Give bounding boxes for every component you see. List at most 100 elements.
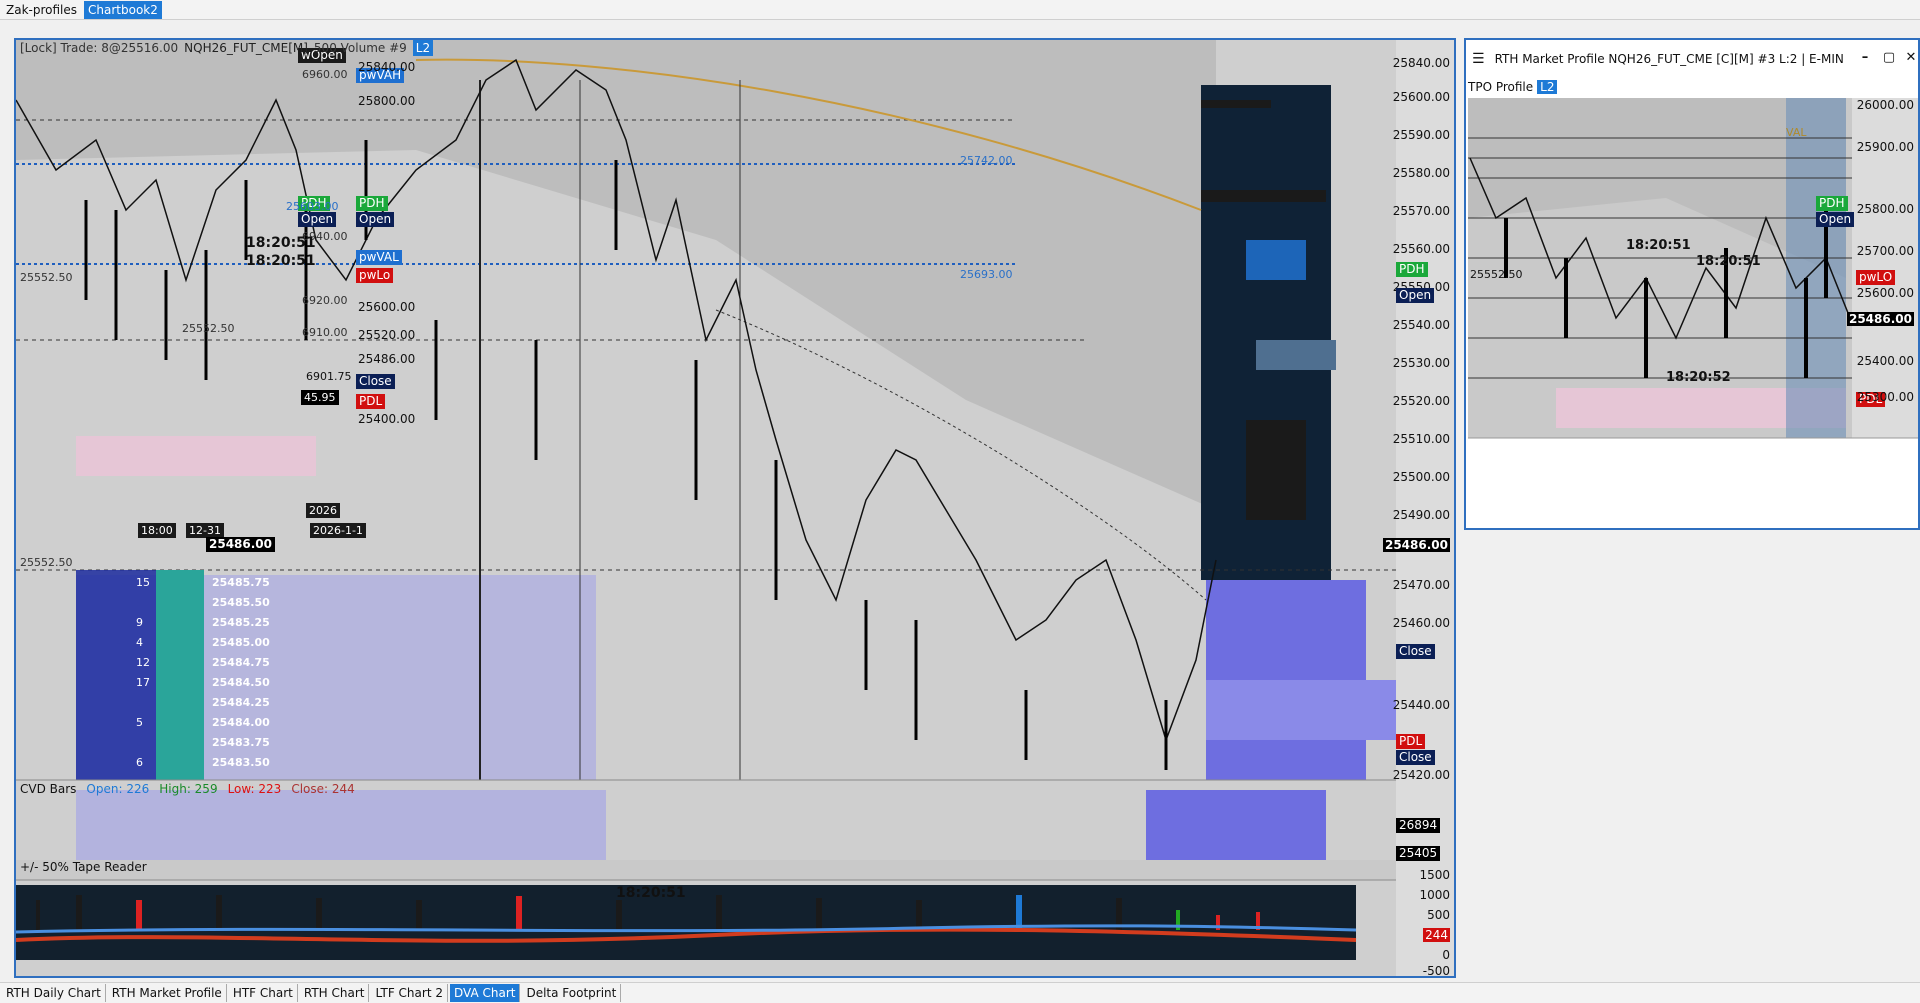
dom-size: 12 <box>136 656 150 669</box>
dom-size: 9 <box>136 616 143 629</box>
scale-label: 25520.00 <box>1392 394 1450 408</box>
tab-rth-chart[interactable]: RTH Chart <box>300 984 370 1002</box>
scale-label: 25590.00 <box>1392 128 1450 142</box>
inner-scale-label: 25520.00 <box>358 328 416 342</box>
scale-label: 25490.00 <box>1392 508 1450 522</box>
tpo-clock-2: 18:20:51 <box>1696 254 1761 269</box>
main-price-scale[interactable]: 25840.00 25600.00 25590.00 25580.00 2557… <box>1382 48 1454 788</box>
dom-price: 25483.75 <box>212 736 270 749</box>
tape-scale-label: -500 <box>1422 964 1450 978</box>
scale-label: 25530.00 <box>1392 356 1450 370</box>
dom-price: 25484.25 <box>212 696 270 709</box>
date-label-1231: 12-31 <box>186 523 224 538</box>
scale-label: 25510.00 <box>1392 432 1450 446</box>
tpo-open-badge: Open <box>1816 212 1855 227</box>
tpo-level-label: 25552.50 <box>1470 268 1523 281</box>
tape-scale: 1500 1000 500 244 0 -500 <box>1392 860 1454 978</box>
time-readout-2: 18:20:51 <box>246 253 316 269</box>
dom-price: 25485.00 <box>212 636 270 649</box>
dom-price-column: 25485.75 25485.50 25485.25 25485.00 2548… <box>202 576 270 780</box>
scale-label: 25440.00 <box>1392 698 1450 712</box>
bar-period[interactable]: 500 Volume #9 <box>314 40 407 56</box>
inner-scale-label: 25800.00 <box>358 94 416 108</box>
dom-size: 4 <box>136 636 143 649</box>
tpo-profile-window[interactable]: ☰ RTH Market Profile NQH26_FUT_CME [C][M… <box>1464 38 1920 530</box>
dom-size: 6 <box>136 756 143 769</box>
level-label-6901: 6901.75 <box>306 370 352 383</box>
tape-clock: 18:20:51 <box>616 885 686 901</box>
right-close-badge: Close <box>1396 644 1435 659</box>
dom-price: 25484.75 <box>212 656 270 669</box>
level-label-25552b: 25552.50 <box>182 322 235 335</box>
cvd-scale-tag: 26894 <box>1396 818 1441 833</box>
tab-rth-market-profile[interactable]: RTH Market Profile <box>108 984 227 1002</box>
scale-label: 25540.00 <box>1392 318 1450 332</box>
l2-badge[interactable]: L2 <box>412 40 434 56</box>
scale-label: 25570.00 <box>1392 204 1450 218</box>
tab-delta-footprint[interactable]: Delta Footprint <box>522 984 622 1002</box>
tpo-subheader: TPO Profile L2 <box>1468 80 1558 94</box>
tab-htf-chart[interactable]: HTF Chart <box>229 984 298 1002</box>
tab-chartbook2[interactable]: Chartbook2 <box>84 0 162 19</box>
tape-pane-header: +/- 50% Tape Reader <box>20 860 147 874</box>
tab-dva-chart[interactable]: DVA Chart <box>449 984 521 1002</box>
date-label-2026: 2026-1-1 <box>310 523 366 538</box>
tab-zak-profiles[interactable]: Zak-profiles <box>2 1 81 19</box>
dom-price: 25485.25 <box>212 616 270 629</box>
scale-label: 25500.00 <box>1392 470 1450 484</box>
close-icon[interactable]: ✕ <box>1902 50 1918 65</box>
scale-label: 25460.00 <box>1392 616 1450 630</box>
level-label-25552c: 25552.50 <box>20 556 73 569</box>
level-label-25552: 25552.50 <box>20 271 73 284</box>
cvd-value-tag: 45.95 <box>301 390 339 405</box>
scale-label: 25600.00 <box>1392 90 1450 104</box>
current-price-scale-tag: 25486.00 <box>1382 538 1450 552</box>
trade-lock-status: [Lock] Trade: 8@25516.00 <box>20 41 179 55</box>
small-scale-label: 6960.00 <box>302 68 348 81</box>
tpo-window-titlebar[interactable]: ☰ RTH Market Profile NQH26_FUT_CME [C][M… <box>1466 40 1918 78</box>
level-label-25603: 25603.00 <box>286 200 339 213</box>
tpo-scale-label: 26000.00 <box>1856 98 1914 112</box>
chart-symbol[interactable]: NQH26_FUT_CME[M] <box>184 40 308 56</box>
tpo-pdh-badge: PDH <box>1816 196 1848 211</box>
price-chart-canvas[interactable] <box>16 40 1456 978</box>
tpo-scale-label: 25900.00 <box>1856 140 1914 154</box>
tab-rth-daily-chart[interactable]: RTH Daily Chart <box>2 984 106 1002</box>
dom-size: 5 <box>136 716 143 729</box>
inner-scale-label: 25600.00 <box>358 300 416 314</box>
current-price-tag: 25486.00 <box>206 537 276 552</box>
tpo-price-scale[interactable]: 26000.00 25900.00 25800.00 25700.00 2560… <box>1846 98 1918 438</box>
level-label-25693: 25693.00 <box>960 268 1013 281</box>
dom-price: 25484.50 <box>212 676 270 689</box>
right-open-badge: Open <box>1396 288 1435 303</box>
chart-header: [Lock] Trade: 8@25516.00 NQH26_FUT_CME[M… <box>16 40 1454 56</box>
right-close-badge-2: Close <box>1396 750 1435 765</box>
year-label: 2026 <box>306 503 340 518</box>
dom-size: 17 <box>136 676 150 689</box>
tape-scale-label: 500 <box>1427 908 1450 922</box>
chartbook-tab-bar: Zak-profiles Chartbook2 <box>0 0 1920 20</box>
dom-size: 15 <box>136 576 150 589</box>
chart-tab-bar: RTH Daily Chart RTH Market Profile HTF C… <box>0 982 1920 1003</box>
tpo-scale-label: 25300.00 <box>1856 390 1914 404</box>
hamburger-menu-icon[interactable]: ☰ <box>1472 51 1485 67</box>
dom-price: 25485.50 <box>212 596 270 609</box>
minimize-icon[interactable]: – <box>1856 50 1874 65</box>
tpo-scale-label: 25700.00 <box>1856 244 1914 258</box>
level-label-25742: 25742.00 <box>960 154 1013 167</box>
tpo-clock-3: 18:20:52 <box>1666 370 1731 385</box>
small-scale-label: 6910.00 <box>302 326 348 339</box>
tpo-scale-label: 25800.00 <box>1856 202 1914 216</box>
tpo-current-price-tag: 25486.00 <box>1846 312 1914 326</box>
cvd-open: Open: 226 <box>86 782 150 796</box>
tpo-clock-1: 18:20:51 <box>1626 238 1691 253</box>
tpo-profile-label: TPO Profile <box>1468 80 1534 94</box>
inner-scale-label: 25486.00 <box>358 352 416 366</box>
tpo-scale-label: 25400.00 <box>1856 354 1914 368</box>
maximize-icon[interactable]: ▢ <box>1880 50 1898 65</box>
scale-label: 25420.00 <box>1392 768 1450 782</box>
cvd-scale-tag-2: 25405 <box>1396 846 1441 861</box>
main-chart-window[interactable]: [Lock] Trade: 8@25516.00 NQH26_FUT_CME[M… <box>14 38 1456 978</box>
tpo-l2-badge[interactable]: L2 <box>1537 80 1558 94</box>
tab-ltf-chart-2[interactable]: LTF Chart 2 <box>371 984 448 1002</box>
